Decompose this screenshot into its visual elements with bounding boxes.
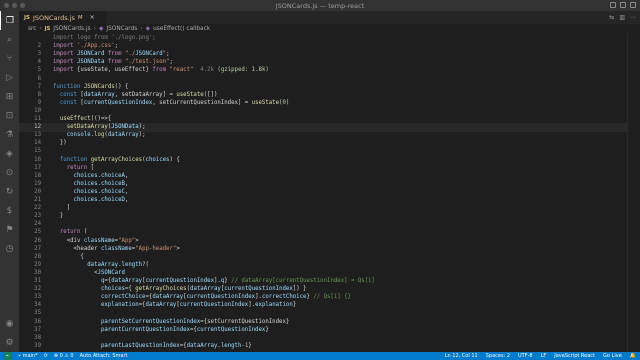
toggle-sidebar-icon[interactable]: [610, 2, 616, 8]
remote-indicator-icon[interactable]: ⌁: [3, 352, 13, 360]
chevron-right-icon: ›: [93, 25, 96, 32]
source-control-icon[interactable]: ⑂: [0, 49, 19, 68]
breadcrumb: src › JS JSONCards.js › ◈ JSONCards › ◈ …: [19, 24, 640, 33]
bookmarks-icon[interactable]: ⚑: [0, 220, 19, 239]
breadcrumb-symbol-callback[interactable]: useEffect() callback: [153, 26, 210, 32]
live-share-icon[interactable]: ↻: [0, 182, 19, 201]
branch-name: main*: [22, 353, 38, 359]
code-editor[interactable]: import logo from './logo.png'; 2 import '.…: [19, 33, 628, 352]
account-icon[interactable]: ◉: [0, 314, 19, 333]
title-bar: JSONCards.js — temp-react: [0, 0, 640, 11]
auto-attach-indicator[interactable]: Auto Attach: Smart: [80, 353, 128, 359]
branch-indicator[interactable]: ⑂ main*: [18, 353, 38, 359]
search-icon[interactable]: ⌕: [0, 30, 19, 49]
go-live-button[interactable]: Go Live: [603, 353, 622, 359]
javascript-file-icon: JS: [24, 14, 31, 21]
encoding[interactable]: UTF-8: [518, 353, 533, 359]
layout-controls: [610, 2, 636, 8]
split-editor-icon[interactable]: ▥: [619, 14, 625, 21]
function-symbol-icon: ◈: [145, 25, 151, 32]
tab-jsoncards[interactable]: JS JSONCards.js M ×: [19, 11, 107, 24]
cursor-position[interactable]: Ln 12, Col 11: [445, 353, 478, 359]
breadcrumb-folder[interactable]: src: [28, 26, 36, 32]
tab-label: JSONCards.js: [33, 13, 75, 22]
scrollbar[interactable]: [627, 33, 640, 352]
compare-icon[interactable]: ⇆: [609, 14, 614, 21]
explorer-icon[interactable]: ❐: [0, 11, 19, 30]
breadcrumb-symbol-function[interactable]: JSONCards: [106, 26, 137, 32]
window-title: JSONCards.js — temp-react: [275, 2, 365, 10]
breadcrumb-file[interactable]: JSONCards.js: [53, 26, 90, 32]
close-tab-icon[interactable]: ×: [90, 14, 95, 21]
toggle-panel-icon[interactable]: [620, 2, 626, 8]
chevron-right-icon: ›: [140, 25, 143, 32]
notifications-bell-icon[interactable]: 🔔: [630, 353, 636, 359]
run-debug-icon[interactable]: ▷: [0, 68, 19, 87]
code-text: parentLastQuestionIndex={dataArray.lengt…: [100, 342, 252, 349]
problems-indicator[interactable]: ⊗ 0 ⚠ 0: [54, 353, 74, 359]
code-line[interactable]: 39 parentLastQuestionIndex={dataArray.le…: [19, 342, 628, 351]
remote-explorer-icon[interactable]: ⊡: [0, 106, 19, 125]
javascript-file-icon: JS: [44, 25, 51, 32]
editor-tab-bar: JS JSONCards.js M × ⇆ ▥ ⋯: [19, 11, 640, 24]
sync-icon[interactable]: ⟳: [44, 353, 48, 359]
extensions-icon[interactable]: ⊞: [0, 87, 19, 106]
language-mode[interactable]: JavaScript React: [554, 353, 595, 359]
end-of-line[interactable]: LF: [541, 353, 547, 359]
line-number[interactable]: 39: [19, 342, 41, 351]
activity-bar: ❐ ⌕ ⑂ ▷ ⊞ ⊡ ⚗ ◈ ⊙ ↻ $ ⚑ ◷ ◉ ⚙: [0, 11, 19, 352]
timeline-icon[interactable]: ◷: [0, 239, 19, 258]
modified-badge: M: [77, 14, 83, 21]
customize-layout-icon[interactable]: [630, 2, 636, 8]
testing-icon[interactable]: ⚗: [0, 125, 19, 144]
docker-icon[interactable]: ◈: [0, 144, 19, 163]
chevron-right-icon: ›: [39, 25, 42, 32]
editor-actions: ⇆ ▥ ⋯: [609, 14, 636, 21]
git-graph-icon[interactable]: ⊙: [0, 163, 19, 182]
dollar-icon[interactable]: $: [0, 201, 19, 220]
more-actions-icon[interactable]: ⋯: [630, 14, 636, 21]
indentation[interactable]: Spaces: 2: [486, 353, 510, 359]
function-symbol-icon: ◈: [98, 25, 104, 32]
settings-gear-icon[interactable]: ⚙: [0, 333, 19, 352]
status-bar: ⌁ ⑂ main* ⟳ ⊗ 0 ⚠ 0 Auto Attach: Smart L…: [0, 352, 640, 360]
